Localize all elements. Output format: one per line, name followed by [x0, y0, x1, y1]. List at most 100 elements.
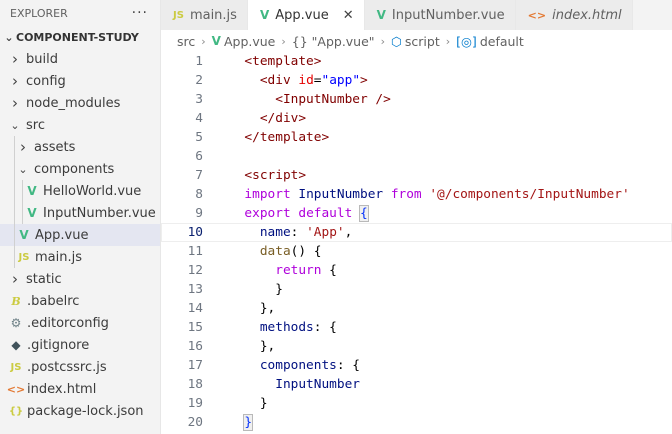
babel-icon: B: [11, 294, 21, 308]
tree-item-label: components: [34, 161, 115, 177]
indent-guide: [22, 202, 23, 224]
tree-item-label: main.js: [35, 249, 82, 265]
code-line[interactable]: 12 return {: [161, 261, 672, 280]
code-token: </template>: [244, 130, 330, 145]
tree-item-build[interactable]: › build: [0, 48, 160, 70]
tab-main-js[interactable]: JS main.js: [161, 0, 248, 30]
code-text: },: [229, 339, 275, 354]
code-line[interactable]: 19 }: [161, 394, 672, 413]
tree-item-label: App.vue: [35, 227, 89, 243]
tree-item-node-modules[interactable]: › node_modules: [0, 92, 160, 114]
html-icon: <>: [527, 8, 547, 22]
breadcrumb-src[interactable]: src: [177, 34, 195, 49]
code-line[interactable]: 5 </template>: [161, 128, 672, 147]
chevron-right-icon: ›: [12, 72, 18, 90]
tab-label: index.html: [552, 7, 622, 23]
tree-item-config[interactable]: › config: [0, 70, 160, 92]
html-icon: <>: [6, 382, 26, 396]
indent-guide: [14, 246, 15, 268]
explorer-sidebar: EXPLORER ··· ⌄ COMPONENT-STUDY › build › co…: [0, 0, 161, 434]
tree-item-assets[interactable]: › assets: [0, 136, 160, 158]
tree-item-src[interactable]: ⌄ src: [0, 114, 160, 136]
tree-item-label: build: [26, 51, 58, 67]
code-line[interactable]: 17 components: {: [161, 356, 672, 375]
breadcrumb-script[interactable]: script: [405, 34, 440, 49]
code-line[interactable]: 13 }: [161, 280, 672, 299]
code-token: <template>: [244, 54, 322, 69]
tree-item-package-lock-json[interactable]: {} package-lock.json: [0, 400, 160, 422]
code-token: }: [275, 282, 283, 297]
line-number: 15: [187, 320, 203, 335]
tree-item-inputnumber-vue[interactable]: V InputNumber.vue: [0, 202, 160, 224]
tree-item-app-vue[interactable]: V App.vue: [0, 224, 160, 246]
code-line[interactable]: 3 <InputNumber />: [161, 90, 672, 109]
tree-item-editorconfig[interactable]: ⚙ .editorconfig: [0, 312, 160, 334]
code-text: </template>: [229, 130, 329, 145]
tree-item-helloworld-vue[interactable]: V HelloWorld.vue: [0, 180, 160, 202]
code-token: :: [290, 225, 307, 240]
indent-guide: [14, 202, 15, 224]
vue-icon: V: [19, 228, 29, 242]
explorer-header: EXPLORER ···: [0, 0, 160, 26]
code-line[interactable]: 16 },: [161, 337, 672, 356]
tree-item-components[interactable]: ⌄ components: [0, 158, 160, 180]
indent-guide: [14, 158, 15, 180]
tree-item-babelrc[interactable]: B .babelrc: [0, 290, 160, 312]
code-line[interactable]: 11 data() {: [161, 242, 672, 261]
code-token: <InputNumber />: [275, 92, 391, 107]
tab-label: App.vue: [275, 7, 329, 23]
chevron-down-icon: ⌄: [4, 30, 14, 44]
workspace-root[interactable]: ⌄ COMPONENT-STUDY: [0, 26, 160, 48]
code-line[interactable]: 1 <template>: [161, 52, 672, 71]
breadcrumb-module[interactable]: {} "App.vue": [292, 34, 375, 49]
script-symbol-icon: ⬡: [390, 33, 402, 49]
code-token: </div>: [259, 111, 307, 126]
chevron-down-icon: ⌄: [18, 162, 28, 176]
default-symbol-icon: [◎]: [456, 33, 477, 49]
breadcrumb-default[interactable]: default: [480, 34, 524, 49]
code-line[interactable]: 7 <script>: [161, 166, 672, 185]
code-line[interactable]: 4 </div>: [161, 109, 672, 128]
tab-index-html[interactable]: <> index.html: [515, 0, 633, 30]
code-text: name: 'App',: [229, 225, 353, 240]
tree-item-index-html[interactable]: <> index.html: [0, 378, 160, 400]
tree-item-postcssrc-js[interactable]: JS .postcssrc.js: [0, 356, 160, 378]
tab-app-vue[interactable]: V App.vue ✕: [247, 0, 365, 30]
tree-item-static[interactable]: › static: [0, 268, 160, 290]
line-number: 8: [195, 187, 203, 202]
tree-item-main-js[interactable]: JS main.js: [0, 246, 160, 268]
breadcrumb-file[interactable]: App.vue: [224, 34, 275, 49]
code-line[interactable]: 18 InputNumber: [161, 375, 672, 394]
tab-label: InputNumber.vue: [391, 7, 505, 23]
line-number: 4: [195, 111, 203, 126]
code-token: >: [360, 73, 368, 88]
tab-inputnumber-vue[interactable]: V InputNumber.vue: [364, 0, 516, 30]
js-icon: JS: [173, 9, 184, 21]
code-line[interactable]: 20 }: [161, 413, 672, 432]
code-line[interactable]: 14 },: [161, 299, 672, 318]
tree-item-label: config: [26, 73, 66, 89]
code-token: import: [244, 187, 299, 202]
more-actions-icon[interactable]: ···: [132, 5, 148, 21]
code-line[interactable]: 6: [161, 147, 672, 166]
line-number: 14: [187, 301, 203, 316]
code-line[interactable]: 15 methods: {: [161, 318, 672, 337]
tree-item-gitignore[interactable]: ◆ .gitignore: [0, 334, 160, 356]
tree-item-label: .babelrc: [27, 293, 80, 309]
code-editor[interactable]: 1 <template> 2 <div id="app"> 3 <InputNumb…: [161, 52, 672, 434]
code-token: '@/components/InputNumber': [429, 187, 630, 202]
code-line[interactable]: 2 <div id="app">: [161, 71, 672, 90]
code-line[interactable]: 10 name: 'App',: [161, 223, 672, 242]
json-icon: {}: [8, 405, 24, 417]
code-text: export default {: [229, 205, 369, 222]
code-line[interactable]: 8 import InputNumber from '@/components/…: [161, 185, 672, 204]
close-icon[interactable]: ✕: [343, 8, 354, 23]
code-text: <div id="app">: [229, 73, 368, 88]
code-line[interactable]: 9 export default {: [161, 204, 672, 223]
